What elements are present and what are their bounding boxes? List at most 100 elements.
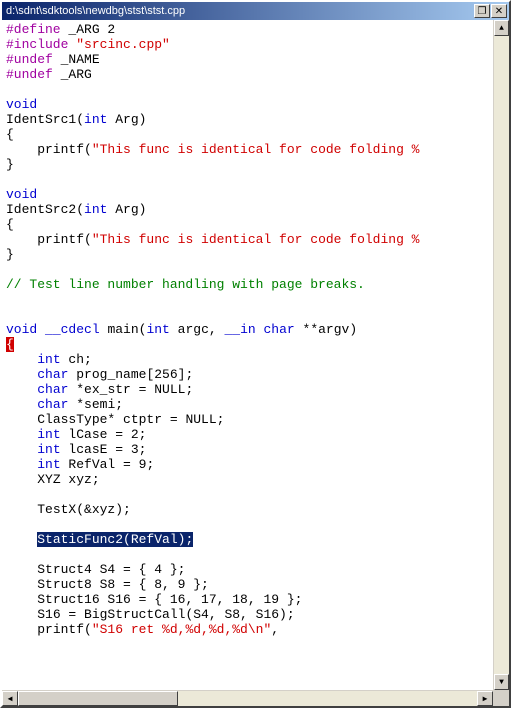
brace: { (6, 127, 14, 142)
string: "This func is identical for code folding… (92, 142, 420, 157)
code-text: prog_name[256]; (68, 367, 193, 382)
bottom-scroll-row: ◀ ▶ (2, 690, 509, 706)
restore-button[interactable]: ❐ (474, 4, 490, 18)
scrollbar-corner (493, 690, 509, 706)
code-text: Arg) (107, 202, 146, 217)
keyword: __in (224, 322, 255, 337)
arrow-left-icon: ◀ (8, 694, 13, 704)
code-text: Struct16 S16 = { 16, 17, 18, 19 }; (37, 592, 302, 607)
restore-icon: ❐ (478, 6, 487, 17)
code-text: **argv) (295, 322, 357, 337)
code-text: main( (100, 322, 147, 337)
string: "srcinc.cpp" (76, 37, 170, 52)
indent (6, 607, 37, 622)
scroll-up-button[interactable]: ▲ (494, 20, 509, 36)
scroll-right-button[interactable]: ▶ (477, 691, 493, 706)
close-icon: ✕ (495, 6, 503, 17)
indent (6, 457, 37, 472)
horizontal-scrollbar[interactable]: ◀ ▶ (2, 690, 493, 706)
indent (6, 397, 37, 412)
code-text: printf( (37, 622, 92, 637)
keyword: int (146, 322, 169, 337)
arrow-up-icon: ▲ (499, 24, 504, 33)
cursor-brace: { (6, 337, 14, 352)
indent (6, 442, 37, 457)
keyword: int (37, 427, 60, 442)
keyword: int (37, 442, 60, 457)
keyword: char (37, 367, 68, 382)
indent (6, 532, 37, 547)
comment: // Test line number handling with page b… (6, 277, 365, 292)
code-text: _ARG 2 (61, 22, 116, 37)
keyword: int (37, 457, 60, 472)
keyword: int (37, 352, 60, 367)
keyword: int (84, 202, 107, 217)
code-text: _NAME (53, 52, 100, 67)
titlebar-buttons: ❐ ✕ (474, 4, 507, 18)
content-area: #define _ARG 2 #include "srcinc.cpp" #un… (2, 20, 509, 706)
string: "S16 ret %d,%d,%d,%d\n" (92, 622, 271, 637)
keyword: void (6, 322, 37, 337)
brace: { (6, 217, 14, 232)
indent (6, 352, 37, 367)
code-text: S16 = BigStructCall(S4, S8, S16); (37, 607, 294, 622)
code-text: Struct8 S8 = { 8, 9 }; (37, 577, 209, 592)
indent (6, 472, 37, 487)
titlebar[interactable]: d:\sdnt\sdktools\newdbg\stst\stst.cpp ❐ … (2, 2, 509, 20)
hscroll-thumb[interactable] (18, 691, 178, 706)
code-text: , (271, 622, 279, 637)
code-text: ClassType* ctptr = NULL; (37, 412, 224, 427)
scroll-left-button[interactable]: ◀ (2, 691, 18, 706)
indent (6, 367, 37, 382)
code-text: RefVal = 9; (61, 457, 155, 472)
keyword: char (264, 322, 295, 337)
code-text: lCase = 2; (61, 427, 147, 442)
vertical-scrollbar[interactable]: ▲ ▼ (493, 20, 509, 690)
close-button[interactable]: ✕ (491, 4, 507, 18)
arrow-right-icon: ▶ (483, 694, 488, 704)
window-title: d:\sdnt\sdktools\newdbg\stst\stst.cpp (4, 5, 474, 17)
code-text: lcasE = 3; (61, 442, 147, 457)
hscroll-track[interactable] (18, 691, 477, 706)
code-editor[interactable]: #define _ARG 2 #include "srcinc.cpp" #un… (2, 20, 493, 690)
code-text: ch; (61, 352, 92, 367)
indent (6, 382, 37, 397)
code-text: *ex_str = NULL; (68, 382, 193, 397)
code-text: Struct4 S4 = { 4 }; (37, 562, 185, 577)
indent (6, 502, 37, 517)
preproc: #undef (6, 52, 53, 67)
indent (6, 592, 37, 607)
code-text: Arg) (107, 112, 146, 127)
scroll-down-button[interactable]: ▼ (494, 674, 509, 690)
code-text: printf( (6, 142, 92, 157)
vscroll-track[interactable] (494, 36, 509, 674)
arrow-down-icon: ▼ (499, 678, 504, 687)
code-text: IdentSrc2( (6, 202, 84, 217)
brace: } (6, 247, 14, 262)
code-text: argc, (170, 322, 225, 337)
indent (6, 577, 37, 592)
preproc: #include (6, 37, 68, 52)
code-text: *semi; (68, 397, 123, 412)
keyword: char (37, 397, 68, 412)
indent (6, 622, 37, 637)
keyword: int (84, 112, 107, 127)
code-text (256, 322, 264, 337)
preproc: #undef (6, 67, 53, 82)
selected-text: StaticFunc2(RefVal); (37, 532, 193, 547)
indent (6, 412, 37, 427)
keyword: void (6, 97, 37, 112)
preproc: #define (6, 22, 61, 37)
code-text: XYZ xyz; (37, 472, 99, 487)
keyword: void (6, 187, 37, 202)
string: "This func is identical for code folding… (92, 232, 420, 247)
code-wrap: #define _ARG 2 #include "srcinc.cpp" #un… (2, 20, 509, 690)
code-text: IdentSrc1( (6, 112, 84, 127)
brace: } (6, 157, 14, 172)
code-text: _ARG (53, 67, 92, 82)
keyword: __cdecl (45, 322, 100, 337)
keyword: char (37, 382, 68, 397)
indent (6, 427, 37, 442)
editor-window: d:\sdnt\sdktools\newdbg\stst\stst.cpp ❐ … (0, 0, 511, 708)
code-text (37, 322, 45, 337)
